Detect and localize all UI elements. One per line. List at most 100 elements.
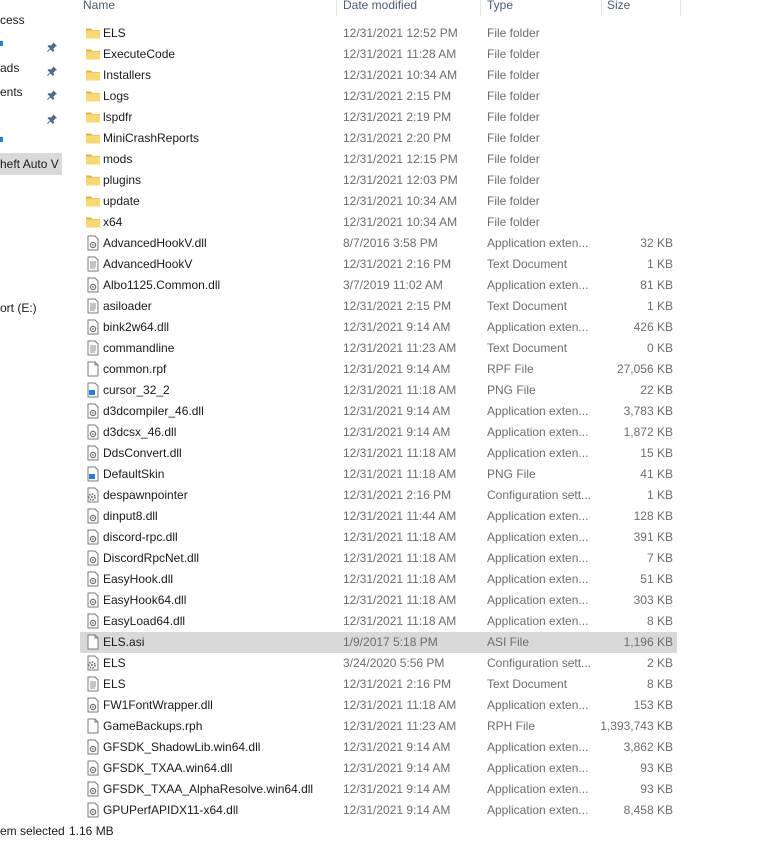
column-divider[interactable]: [480, 0, 481, 16]
column-divider[interactable]: [336, 0, 337, 16]
dll-file-icon: [85, 508, 101, 524]
file-name: GameBackups.rph: [103, 719, 203, 733]
file-row[interactable]: EasyHook.dll 12/31/2021 11:18 AM Applicati…: [77, 569, 677, 590]
dll-file-icon: [85, 760, 101, 776]
file-row[interactable]: x64 12/31/2021 10:34 AM File folder: [77, 212, 677, 233]
file-row[interactable]: GPUPerfAPIDX11-x64.dll 12/31/2021 9:14 AM…: [77, 800, 677, 821]
file-size: 153 KB: [633, 698, 673, 712]
file-row[interactable]: lspdfr 12/31/2021 2:19 PM File folder: [77, 107, 677, 128]
file-date-modified: 12/31/2021 12:03 PM: [343, 173, 458, 187]
nav-item[interactable]: [0, 129, 62, 151]
file-row[interactable]: GFSDK_ShadowLib.win64.dll 12/31/2021 9:14…: [77, 737, 677, 758]
file-size: 7 KB: [646, 551, 673, 565]
file-date-modified: 12/31/2021 11:44 AM: [343, 509, 457, 523]
file-row[interactable]: DdsConvert.dll 12/31/2021 11:18 AM Applica…: [77, 443, 677, 464]
file-type: File folder: [487, 68, 540, 82]
file-row[interactable]: ExecuteCode 12/31/2021 11:28 AM File folde…: [77, 44, 677, 65]
dll-file-icon: [85, 403, 101, 419]
file-date-modified: 1/9/2017 5:18 PM: [343, 635, 438, 649]
text-file-icon: [85, 256, 101, 272]
file-row[interactable]: commandline 12/31/2021 11:23 AM Text Docum…: [77, 338, 677, 359]
file-row[interactable]: ELS 12/31/2021 12:52 PM File folder: [77, 23, 677, 44]
file-date-modified: 12/31/2021 11:23 AM: [343, 341, 457, 355]
file-row[interactable]: Installers 12/31/2021 10:34 AM File folder: [77, 65, 677, 86]
file-row[interactable]: asiloader 12/31/2021 2:15 PM Text Document…: [77, 296, 677, 317]
file-row[interactable]: dinput8.dll 12/31/2021 11:44 AM Applicatio…: [77, 506, 677, 527]
file-name: ELS: [103, 656, 126, 670]
nav-item[interactable]: ents: [0, 81, 62, 103]
file-row[interactable]: FW1FontWrapper.dll 12/31/2021 11:18 AM App…: [77, 695, 677, 716]
file-name: despawnpointer: [103, 488, 188, 502]
file-row[interactable]: d3dcompiler_46.dll 12/31/2021 9:14 AM Appl…: [77, 401, 677, 422]
nav-item[interactable]: cess: [0, 9, 62, 31]
file-row[interactable]: Logs 12/31/2021 2:15 PM File folder: [77, 86, 677, 107]
file-name: MiniCrashReports: [103, 131, 200, 145]
file-type: File folder: [487, 173, 540, 187]
image-file-icon: [85, 382, 101, 398]
file-row[interactable]: common.rpf 12/31/2021 9:14 AM RPF File 27,0…: [77, 359, 677, 380]
file-row[interactable]: AdvancedHookV 12/31/2021 2:16 PM Text Docu…: [77, 254, 677, 275]
file-name: common.rpf: [103, 362, 167, 376]
file-size: 3,862 KB: [623, 740, 673, 754]
file-row[interactable]: ELS 3/24/2020 5:56 PM Configuration sett..…: [77, 653, 677, 674]
nav-item[interactable]: [0, 33, 62, 55]
file-row[interactable]: despawnpointer 12/31/2021 2:16 PM Configur…: [77, 485, 677, 506]
column-divider[interactable]: [680, 0, 681, 16]
file-type: RPF File: [487, 362, 534, 376]
file-row[interactable]: mods 12/31/2021 12:15 PM File folder: [77, 149, 677, 170]
file-date-modified: 12/31/2021 11:18 AM: [343, 572, 457, 586]
file-row[interactable]: GFSDK_TXAA_AlphaResolve.win64.dll 12/31/2…: [77, 779, 677, 800]
nav-item[interactable]: [0, 105, 62, 127]
file-name: discord-rpc.dll: [103, 530, 178, 544]
file-date-modified: 12/31/2021 11:18 AM: [343, 530, 457, 544]
file-row[interactable]: AdvancedHookV.dll 8/7/2016 3:58 PM Applica…: [77, 233, 677, 254]
file-type: File folder: [487, 131, 540, 145]
image-file-icon: [85, 466, 101, 482]
file-size: 27,056 KB: [616, 362, 673, 376]
nav-item[interactable]: ort (E:): [0, 297, 62, 319]
file-date-modified: 12/31/2021 9:14 AM: [343, 761, 451, 775]
file-type: File folder: [487, 194, 540, 208]
file-row[interactable]: EasyHook64.dll 12/31/2021 11:18 AM Applica…: [77, 590, 677, 611]
file-row[interactable]: DiscordRpcNet.dll 12/31/2021 11:18 AM Appl…: [77, 548, 677, 569]
file-name: GFSDK_TXAA.win64.dll: [103, 761, 233, 775]
file-size: 1 KB: [646, 257, 673, 271]
file-date-modified: 12/31/2021 11:18 AM: [343, 551, 457, 565]
file-row[interactable]: plugins 12/31/2021 12:03 PM File folder: [77, 170, 677, 191]
file-date-modified: 12/31/2021 2:15 PM: [343, 89, 452, 103]
file-row[interactable]: DefaultSkin 12/31/2021 11:18 AM PNG File 41…: [77, 464, 677, 485]
column-header-row: Name Date modified Type Size: [77, 0, 758, 16]
status-selection-count: em selected: [0, 824, 65, 838]
folder-icon: [85, 46, 101, 62]
file-row[interactable]: GFSDK_TXAA.win64.dll 12/31/2021 9:14 AM Ap…: [77, 758, 677, 779]
file-row[interactable]: bink2w64.dll 12/31/2021 9:14 AM Applicatio…: [77, 317, 677, 338]
file-row[interactable]: ELS 12/31/2021 2:16 PM Text Document 8 KB: [77, 674, 677, 695]
dll-file-icon: [85, 571, 101, 587]
file-row[interactable]: MiniCrashReports 12/31/2021 2:20 PM File f…: [77, 128, 677, 149]
nav-item[interactable]: heft Auto V: [0, 153, 62, 175]
file-name: DdsConvert.dll: [103, 446, 182, 460]
file-row[interactable]: discord-rpc.dll 12/31/2021 11:18 AM Applic…: [77, 527, 677, 548]
file-row[interactable]: EasyLoad64.dll 12/31/2021 11:18 AM Applica…: [77, 611, 677, 632]
file-row[interactable]: GameBackups.rph 12/31/2021 11:23 AM RPH Fi…: [77, 716, 677, 737]
file-row[interactable]: d3dcsx_46.dll 12/31/2021 9:14 AM Applicati…: [77, 422, 677, 443]
column-header-type[interactable]: Type: [487, 0, 513, 16]
column-header-name[interactable]: Name: [83, 0, 115, 16]
file-name: ELS: [103, 26, 126, 40]
column-header-size[interactable]: Size: [607, 0, 630, 16]
file-name: d3dcsx_46.dll: [103, 425, 177, 439]
nav-item[interactable]: ads: [0, 57, 62, 79]
file-row[interactable]: cursor_32_2 12/31/2021 11:18 AM PNG File 22…: [77, 380, 677, 401]
file-row[interactable]: Albo1125.Common.dll 3/7/2019 11:02 AM Appl…: [77, 275, 677, 296]
column-divider[interactable]: [601, 0, 602, 16]
file-row[interactable]: ELS.asi 1/9/2017 5:18 PM ASI File 1,196 KB: [80, 632, 677, 653]
column-header-date-modified[interactable]: Date modified: [343, 0, 417, 16]
text-file-icon: [85, 298, 101, 314]
nav-item-label: heft Auto V: [0, 157, 59, 171]
dll-file-icon: [85, 613, 101, 629]
file-type: PNG File: [487, 383, 536, 397]
file-row[interactable]: update 12/31/2021 10:34 AM File folder: [77, 191, 677, 212]
file-date-modified: 12/31/2021 11:28 AM: [343, 47, 457, 61]
file-type: Application exten...: [487, 698, 589, 712]
blank-file-icon: [85, 718, 101, 734]
